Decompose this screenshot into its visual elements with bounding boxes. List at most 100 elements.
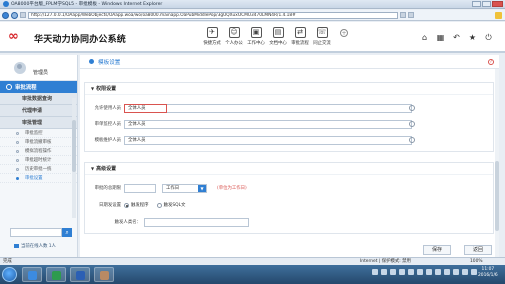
sidebar-group-manage[interactable]: 审批管理 bbox=[0, 117, 77, 129]
header-actions: ⌂ ▦ ↶ ★ ⏻ bbox=[420, 33, 493, 42]
grid-icon[interactable]: ▦ bbox=[436, 33, 445, 42]
browser-title-bar: OA8000平台版_FPLM学SQL5 - 审批模板 - Windows Int… bbox=[0, 0, 505, 9]
radio-program[interactable] bbox=[124, 202, 129, 208]
chevron-down-icon: ▼ bbox=[198, 184, 206, 192]
tool-approval[interactable]: ⇄ 审批流程 bbox=[289, 25, 311, 51]
sidebar-item-simulate[interactable]: 模拟流程操作 bbox=[0, 147, 77, 156]
scroll-thumb[interactable] bbox=[495, 161, 499, 231]
maintainer-users-field[interactable]: 全体人员 bbox=[124, 135, 412, 145]
sidebar-section-approval[interactable]: 审批流程 bbox=[0, 81, 77, 93]
allowed-users-field[interactable]: 全体人员 bbox=[124, 103, 167, 113]
select-users-icon[interactable] bbox=[409, 137, 415, 143]
toolbar: ✈ 快捷方式 ☺ 个人办公 ▣ 工作中心 ▤ 文档中心 ⇄ 审批流程 ☏ 同止交… bbox=[201, 25, 355, 51]
plane-icon: ✈ bbox=[206, 27, 218, 38]
sidebar: 管理员 审批流程 审批数据查询 代理申请 审批管理 审批监控 审批流撤审核 模拟… bbox=[0, 55, 78, 257]
field-label: 审单监控人员 bbox=[94, 122, 121, 127]
advanced-header[interactable]: ▼ 高级设置 bbox=[85, 163, 493, 175]
trigger-class-input[interactable] bbox=[144, 217, 249, 227]
clock[interactable]: 11:07 2016/1/6 bbox=[478, 267, 498, 279]
undo-icon[interactable]: ↶ bbox=[452, 33, 461, 42]
refresh-icon[interactable] bbox=[400, 12, 406, 18]
tray-icon[interactable] bbox=[390, 269, 396, 275]
scroll-thumb[interactable] bbox=[72, 120, 76, 172]
allowed-users-field-rest[interactable] bbox=[167, 103, 412, 113]
select-users-icon[interactable] bbox=[409, 105, 415, 111]
sidebar-item-timeout[interactable]: 审批超时统计 bbox=[0, 156, 77, 165]
chat-icon: ☏ bbox=[316, 27, 328, 38]
back-nav-icon[interactable] bbox=[2, 11, 9, 19]
home-icon[interactable]: ⌂ bbox=[420, 33, 429, 42]
radio-sql[interactable] bbox=[156, 202, 162, 208]
sidebar-scrollbar[interactable] bbox=[72, 98, 76, 218]
sidebar-item-history[interactable]: 历史审批一统 bbox=[0, 165, 77, 174]
sidebar-group-query[interactable]: 审批数据查询 bbox=[0, 93, 77, 105]
tool-documents[interactable]: ▤ 文档中心 bbox=[267, 25, 289, 51]
tray-icon[interactable] bbox=[462, 269, 468, 275]
tool-work-center[interactable]: ▣ 工作中心 bbox=[245, 25, 267, 51]
maximize-button[interactable] bbox=[482, 1, 491, 7]
search-icon[interactable]: ⌕ bbox=[62, 228, 72, 237]
sidebar-item-monitor[interactable]: 审批监控 bbox=[0, 129, 77, 138]
trigger-class-row: 触发人类名： bbox=[89, 217, 249, 227]
star-icon[interactable]: ★ bbox=[468, 33, 477, 42]
tray-icon[interactable] bbox=[417, 269, 423, 275]
window-controls bbox=[472, 1, 503, 7]
monitor-users-field[interactable]: 全体人员 bbox=[124, 119, 412, 129]
tray-icon[interactable] bbox=[435, 269, 441, 275]
favorites-icon[interactable] bbox=[495, 12, 502, 19]
tool-label: 同止交流 bbox=[313, 41, 331, 46]
tray-icon[interactable] bbox=[381, 269, 387, 275]
field-label: 审批的总期限 bbox=[94, 186, 121, 191]
system-tray bbox=[372, 269, 477, 275]
main-scrollbar[interactable] bbox=[495, 69, 499, 257]
url-field[interactable]: http://127.0.0.1/OAapp/WebObjects/OAapp.… bbox=[28, 11, 398, 19]
page-title: 模板设置 bbox=[98, 59, 121, 66]
sidebar-section-label: 审批流程 bbox=[15, 85, 37, 91]
back-button[interactable]: 返回 bbox=[464, 245, 492, 255]
tray-icon[interactable] bbox=[453, 269, 459, 275]
forward-nav-icon[interactable] bbox=[11, 11, 18, 19]
zoom-level[interactable]: 100% bbox=[470, 258, 483, 265]
close-button[interactable] bbox=[492, 1, 503, 7]
online-count: 当前在线人数 1人 bbox=[14, 243, 56, 249]
deadline-input[interactable] bbox=[124, 183, 156, 193]
sidebar-item-revoke[interactable]: 审批流撤审核 bbox=[0, 138, 77, 147]
power-icon[interactable]: ⏻ bbox=[484, 33, 493, 42]
select-users-icon[interactable] bbox=[409, 121, 415, 127]
help-icon[interactable]: ? bbox=[488, 59, 494, 65]
monitor-users-row: 审单监控人员 全体人员 bbox=[85, 119, 412, 129]
tray-icon[interactable] bbox=[408, 269, 414, 275]
main-panel: 模板设置 ? ▼ 权限设置 允许使用人员 全体人员 审单监控人员 全体人员 模板… bbox=[80, 55, 499, 257]
taskbar-word[interactable] bbox=[70, 267, 90, 282]
chevron-down-icon: ▼ bbox=[91, 166, 95, 171]
start-button[interactable] bbox=[2, 267, 17, 282]
taskbar-excel[interactable] bbox=[46, 267, 66, 282]
tool-add[interactable]: + bbox=[333, 25, 355, 51]
tray-icon[interactable] bbox=[444, 269, 450, 275]
tool-communication[interactable]: ☏ 同止交流 bbox=[311, 25, 333, 51]
tray-icon[interactable] bbox=[372, 269, 378, 275]
tool-shortcut[interactable]: ✈ 快捷方式 bbox=[201, 25, 223, 51]
sidebar-item-settings[interactable]: 审批设置 bbox=[0, 174, 77, 183]
field-label: 日期发设置 bbox=[99, 203, 121, 208]
stop-icon[interactable] bbox=[408, 12, 414, 18]
tool-personal[interactable]: ☺ 个人办公 bbox=[223, 25, 245, 51]
tray-icon[interactable] bbox=[399, 269, 405, 275]
taskbar-ie[interactable] bbox=[22, 267, 42, 282]
minimize-button[interactable] bbox=[472, 1, 481, 7]
tool-label: 审批流程 bbox=[291, 41, 309, 46]
taskbar-photo[interactable] bbox=[94, 267, 114, 282]
page-title-bar: 模板设置 bbox=[80, 55, 499, 69]
sidebar-item-label: 审批超时统计 bbox=[25, 158, 52, 163]
save-button[interactable]: 保存 bbox=[423, 245, 451, 255]
tray-icon[interactable] bbox=[471, 269, 477, 275]
sidebar-search-input[interactable] bbox=[10, 228, 62, 237]
user-name: 管理员 bbox=[33, 70, 49, 76]
field-label: 模板维护人员 bbox=[94, 138, 121, 143]
deadline-unit-select[interactable]: 工作日 ▼ bbox=[162, 183, 207, 193]
tray-icon[interactable] bbox=[426, 269, 432, 275]
bullet-icon bbox=[16, 140, 19, 144]
permission-header[interactable]: ▼ 权限设置 bbox=[85, 83, 493, 95]
sidebar-item-label: 模拟流程操作 bbox=[25, 149, 52, 154]
sidebar-group-proxy[interactable]: 代理申请 bbox=[0, 105, 77, 117]
